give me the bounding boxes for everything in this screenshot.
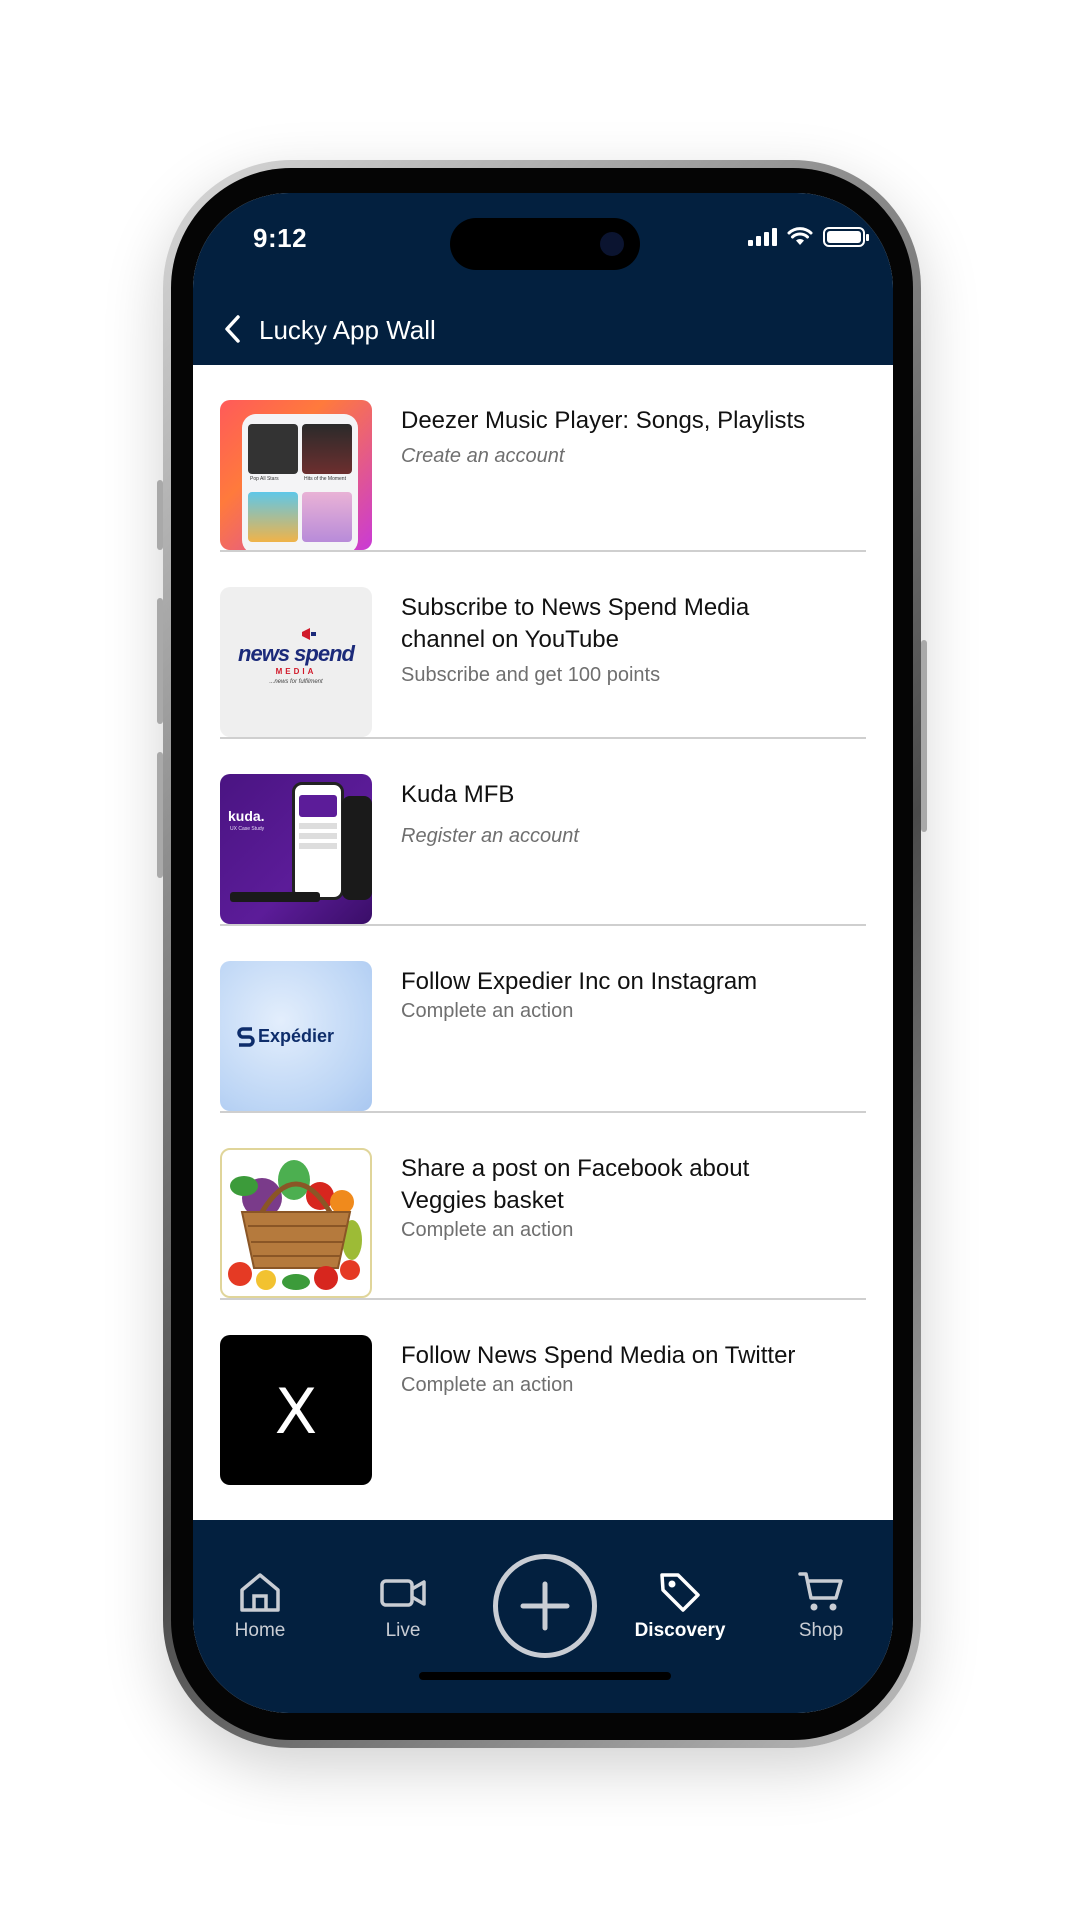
tab-discovery[interactable]: Discovery bbox=[620, 1570, 740, 1642]
home-indicator[interactable] bbox=[419, 1672, 671, 1680]
tab-label: Shop bbox=[798, 1620, 844, 1641]
back-button[interactable] bbox=[215, 311, 251, 347]
battery-icon bbox=[823, 227, 869, 247]
veggies-thumbnail bbox=[220, 1148, 372, 1298]
offer-list: Pop All Stars Hits of the Moment Deezer … bbox=[193, 365, 893, 1487]
chevron-left-icon bbox=[225, 315, 240, 343]
cellular-signal-icon bbox=[748, 228, 777, 246]
tab-label: Home bbox=[234, 1620, 286, 1641]
item-subtitle: Create an account bbox=[401, 445, 565, 467]
veggie-basket-image bbox=[228, 1160, 362, 1290]
tag-icon bbox=[660, 1573, 700, 1612]
mute-switch bbox=[157, 480, 163, 550]
item-subtitle: Subscribe and get 100 points bbox=[401, 664, 661, 686]
list-item[interactable]: news spend MEDIA ...news for fulfilment … bbox=[220, 552, 866, 739]
item-title: Deezer Music Player: Songs, Playlists bbox=[401, 407, 806, 434]
tab-shop[interactable]: Shop bbox=[761, 1570, 881, 1642]
item-title: Follow Expedier Inc on Instagram bbox=[401, 968, 758, 995]
tab-live[interactable]: Live bbox=[343, 1570, 463, 1642]
kuda-caption: UX Case Study bbox=[230, 826, 265, 832]
camera-icon bbox=[600, 232, 624, 256]
volume-down-button bbox=[157, 752, 163, 878]
wifi-icon bbox=[787, 227, 813, 245]
megaphone-icon bbox=[302, 628, 316, 640]
thumb-caption: Pop All Stars bbox=[250, 476, 279, 482]
item-title: Kuda MFB bbox=[401, 781, 515, 808]
tab-label: Live bbox=[385, 1620, 421, 1641]
plus-icon bbox=[520, 1581, 570, 1631]
cart-icon bbox=[798, 1572, 843, 1611]
tab-home[interactable]: Home bbox=[200, 1570, 320, 1642]
bottom-tab-bar: Home Live Discovery Shop bbox=[193, 1520, 893, 1713]
newsspend-logo: news spend bbox=[238, 641, 355, 666]
nav-header: Lucky App Wall bbox=[193, 293, 893, 365]
x-logo: X bbox=[274, 1375, 318, 1448]
item-subtitle: Complete an action bbox=[401, 1374, 574, 1396]
item-title: Follow News Spend Media on Twitter bbox=[401, 1342, 796, 1369]
kuda-logo: kuda. bbox=[228, 808, 265, 824]
item-title: Subscribe to News Spend Media channel on… bbox=[401, 594, 750, 653]
expedier-thumbnail: Expédier bbox=[220, 961, 372, 1111]
newsspend-logo-sub: MEDIA bbox=[275, 667, 317, 676]
item-subtitle: Complete an action bbox=[401, 1219, 574, 1241]
x-thumbnail: X bbox=[220, 1335, 372, 1485]
status-icons bbox=[748, 227, 869, 247]
thumb-caption: Hits of the Moment bbox=[304, 476, 346, 482]
dynamic-island bbox=[450, 218, 640, 270]
create-button[interactable] bbox=[493, 1554, 597, 1658]
video-camera-icon bbox=[380, 1579, 426, 1607]
home-icon bbox=[240, 1573, 280, 1612]
app-screen: 9:12 Lucky App Wall Pop All Stars Hits o… bbox=[193, 193, 893, 1713]
item-title: Share a post on Facebook about Veggies b… bbox=[401, 1155, 750, 1214]
list-item[interactable]: X Follow News Spend Media on Twitter Com… bbox=[220, 1300, 866, 1487]
expedier-logo-icon bbox=[237, 1027, 255, 1047]
newsspend-thumbnail: news spend MEDIA ...news for fulfilment bbox=[220, 587, 372, 737]
item-subtitle: Complete an action bbox=[401, 1000, 574, 1022]
list-item[interactable]: kuda. UX Case Study Kuda MFB Register an… bbox=[220, 739, 866, 926]
tab-label: Discovery bbox=[634, 1620, 726, 1641]
newsspend-tagline: ...news for fulfilment bbox=[269, 679, 323, 685]
item-subtitle: Register an account bbox=[401, 825, 579, 847]
list-item[interactable]: Pop All Stars Hits of the Moment Deezer … bbox=[220, 365, 866, 552]
list-item[interactable]: Expédier Follow Expedier Inc on Instagra… bbox=[220, 926, 866, 1113]
status-time: 9:12 bbox=[253, 223, 308, 253]
expedier-logo: Expédier bbox=[258, 1026, 335, 1046]
status-bar: 9:12 bbox=[193, 193, 893, 293]
list-item[interactable]: Share a post on Facebook about Veggies b… bbox=[220, 1113, 866, 1300]
page-title: Lucky App Wall bbox=[259, 315, 436, 345]
deezer-thumbnail: Pop All Stars Hits of the Moment bbox=[220, 400, 372, 550]
power-button bbox=[921, 640, 927, 832]
volume-up-button bbox=[157, 598, 163, 724]
kuda-thumbnail: kuda. UX Case Study bbox=[220, 774, 372, 924]
